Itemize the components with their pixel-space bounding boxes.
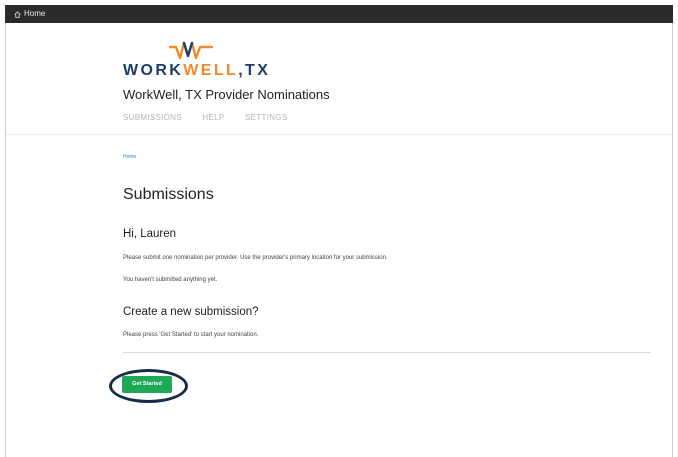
top-bar: Home: [5, 5, 673, 23]
browser-frame: [5, 5, 673, 457]
home-label: Home: [24, 9, 46, 18]
nav-item-submissions[interactable]: SUBMISSIONS: [123, 113, 182, 122]
create-text: Please press 'Get Started' to start your…: [123, 332, 259, 338]
logo-text-well: WELL: [183, 62, 239, 79]
get-started-button[interactable]: Get Started: [122, 376, 172, 393]
header-divider: [6, 134, 672, 135]
logo-text-work: WORK: [123, 62, 184, 79]
home-link[interactable]: Home: [14, 5, 45, 23]
workwell-logo[interactable]: WORKWELL,TX: [123, 40, 303, 85]
intro-text: Please submit one nomination per provide…: [123, 255, 388, 261]
site-title: WorkWell, TX Provider Nominations: [123, 87, 330, 102]
status-text: You haven't submitted anything yet.: [123, 277, 218, 283]
breadcrumb[interactable]: Home: [123, 154, 136, 160]
main-nav: SUBMISSIONS HELP SETTINGS: [123, 113, 305, 122]
create-heading: Create a new submission?: [123, 306, 259, 318]
greeting-heading: Hi, Lauren: [123, 228, 177, 240]
nav-item-help[interactable]: HELP: [202, 113, 224, 122]
nav-item-settings[interactable]: SETTINGS: [245, 113, 287, 122]
logo-text-tx: ,TX: [238, 62, 271, 79]
section-divider: [123, 352, 651, 353]
home-icon: [14, 10, 21, 18]
logo-wordmark: WORKWELL,TX: [123, 62, 270, 80]
page-title: Submissions: [123, 186, 214, 203]
